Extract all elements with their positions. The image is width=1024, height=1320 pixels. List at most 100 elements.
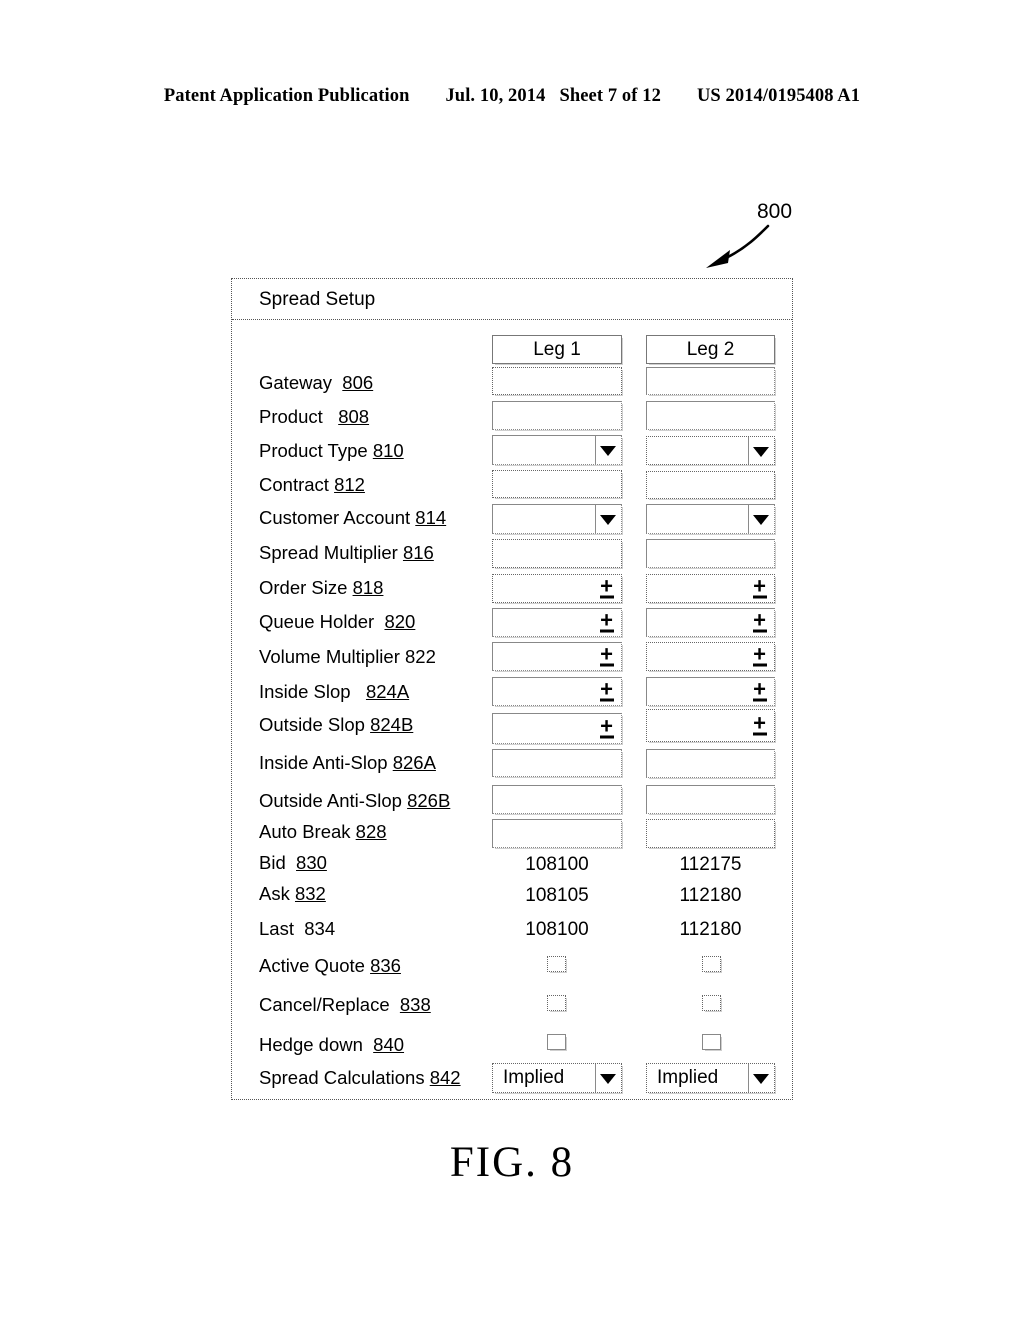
selected-option-label: Implied — [657, 1067, 719, 1088]
inside-slop-stepper-leg-2[interactable]: + — [646, 677, 775, 706]
ask-value-leg-1: 108105 — [525, 885, 589, 906]
spread-multiplier-input-leg-1[interactable] — [492, 539, 622, 568]
increment-icon[interactable]: + — [751, 609, 768, 631]
spread-multiplier-input-leg-2[interactable] — [646, 539, 775, 568]
row-label-product: Product 808 — [259, 406, 370, 427]
row-label-spread-calculations: Spread Calculations 842 — [259, 1067, 461, 1088]
row-ref-830: 830 — [296, 852, 327, 873]
row-label-volume-multiplier: Volume Multiplier 822 — [259, 646, 436, 667]
row-label-order-size: Order Size 818 — [259, 577, 384, 598]
dropdown-divider — [747, 1064, 749, 1092]
gateway-input-leg-2[interactable] — [646, 367, 775, 395]
dialog-title: Spread Setup — [259, 289, 376, 310]
row-ref-816: 816 — [402, 542, 434, 563]
customer-account-dropdown-leg-1[interactable] — [492, 504, 622, 534]
outside-anti-slop-input-leg-1[interactable] — [492, 785, 622, 814]
order-size-stepper-leg-1[interactable]: + — [492, 574, 622, 603]
inside-anti-slop-input-leg-2[interactable] — [646, 749, 775, 778]
increment-icon[interactable]: + — [598, 643, 615, 665]
inside-slop-stepper-leg-1[interactable]: + — [492, 677, 622, 706]
product-type-dropdown-leg-2[interactable] — [646, 436, 775, 465]
hedge-down-checkbox-leg-2[interactable] — [702, 1034, 721, 1050]
contract-input-leg-1[interactable] — [492, 470, 622, 498]
patent-page-header: Patent Application Publication Jul. 10, 2… — [0, 86, 1024, 107]
product-input-leg-2[interactable] — [646, 401, 775, 430]
product-input-leg-1[interactable] — [492, 401, 622, 430]
dropdown-divider — [594, 505, 596, 533]
queue-holder-stepper-leg-1[interactable]: + — [492, 608, 622, 637]
row-ref-840: 840 — [373, 1034, 405, 1055]
stepper-controls[interactable]: + — [598, 678, 615, 701]
stepper-controls[interactable]: + — [751, 609, 768, 632]
contract-input-leg-2[interactable] — [646, 471, 775, 499]
column-header-leg-1: Leg 1 — [492, 335, 622, 364]
stepper-controls[interactable]: + — [751, 712, 768, 735]
reference-numeral-800: 800 — [757, 200, 793, 223]
row-label-product-type: Product Type 810 — [259, 440, 404, 461]
queue-holder-stepper-leg-2[interactable]: + — [646, 608, 775, 637]
cancel-replace-checkbox-leg-1[interactable] — [547, 995, 566, 1011]
cancel-replace-checkbox-leg-2[interactable] — [702, 995, 721, 1011]
volume-multiplier-stepper-leg-2[interactable]: + — [646, 642, 775, 671]
order-size-stepper-leg-2[interactable]: + — [646, 574, 775, 603]
hedge-down-checkbox-leg-1[interactable] — [547, 1034, 566, 1050]
active-quote-checkbox-leg-1[interactable] — [547, 956, 566, 972]
row-ref-824B: 824B — [370, 714, 414, 735]
product-type-dropdown-leg-1[interactable] — [492, 435, 622, 465]
row-ref-842: 842 — [429, 1067, 461, 1088]
auto-break-input-leg-1[interactable] — [492, 819, 622, 848]
row-label-inside-slop: Inside Slop 824A — [259, 681, 410, 702]
last-value-leg-1: 108100 — [525, 919, 589, 940]
dialog-titlebar: Spread Setup — [232, 279, 792, 320]
publication-label: Patent Application Publication — [163, 86, 410, 106]
row-ref-824A: 824A — [365, 681, 410, 702]
row-ref-806: 806 — [342, 372, 374, 393]
row-ref-822: 822 — [405, 646, 436, 667]
bid-value-leg-1: 108100 — [525, 854, 589, 875]
increment-icon[interactable]: + — [751, 712, 768, 734]
patent-number: US 2014/0195408 A1 — [696, 86, 861, 106]
row-label-outside-slop: Outside Slop 824B — [259, 714, 414, 735]
row-label-hedge-down: Hedge down 840 — [259, 1034, 405, 1055]
increment-icon[interactable]: + — [751, 575, 768, 597]
spread-calculations-select-leg-1[interactable]: Implied — [492, 1063, 622, 1093]
row-ref-828: 828 — [355, 821, 387, 842]
row-ref-808: 808 — [338, 406, 370, 427]
stepper-controls[interactable]: + — [598, 643, 615, 666]
row-label-contract: Contract 812 — [259, 474, 365, 495]
selected-option-label: Implied — [503, 1067, 565, 1088]
dropdown-divider — [594, 1064, 596, 1092]
gateway-input-leg-1[interactable] — [492, 367, 622, 395]
outside-slop-stepper-leg-1[interactable]: + — [492, 713, 622, 744]
stepper-controls[interactable]: + — [751, 643, 768, 666]
outside-anti-slop-input-leg-2[interactable] — [646, 785, 775, 814]
spread-calculations-select-leg-2[interactable]: Implied — [646, 1063, 775, 1093]
stepper-controls[interactable]: + — [751, 678, 768, 701]
increment-icon[interactable]: + — [598, 609, 615, 631]
increment-icon[interactable]: + — [598, 715, 615, 737]
outside-slop-stepper-leg-2[interactable]: + — [646, 709, 775, 742]
increment-icon[interactable]: + — [598, 575, 615, 597]
auto-break-input-leg-2[interactable] — [646, 819, 775, 848]
inside-anti-slop-input-leg-1[interactable] — [492, 749, 622, 777]
publication-date: Jul. 10, 2014 — [445, 86, 546, 106]
stepper-controls[interactable]: + — [598, 609, 615, 632]
row-label-inside-anti-slop: Inside Anti-Slop 826A — [259, 752, 436, 773]
row-label-ask: Ask 832 — [259, 883, 326, 904]
increment-icon[interactable]: + — [751, 643, 768, 665]
stepper-controls[interactable]: + — [751, 575, 768, 598]
stepper-controls[interactable]: + — [598, 575, 615, 598]
increment-icon[interactable]: + — [598, 678, 615, 700]
row-ref-834: 834 — [304, 918, 336, 939]
dropdown-divider — [594, 436, 596, 464]
active-quote-checkbox-leg-2[interactable] — [702, 956, 721, 972]
row-label-cancel-replace: Cancel/Replace 838 — [259, 994, 431, 1015]
chevron-down-icon — [600, 446, 616, 456]
increment-icon[interactable]: + — [751, 678, 768, 700]
row-label-gateway: Gateway 806 — [259, 372, 374, 393]
row-label-spread-multiplier: Spread Multiplier 816 — [259, 542, 434, 563]
chevron-down-icon — [753, 446, 769, 457]
stepper-controls[interactable]: + — [598, 715, 615, 738]
volume-multiplier-stepper-leg-1[interactable]: + — [492, 642, 622, 671]
customer-account-dropdown-leg-2[interactable] — [646, 504, 775, 534]
